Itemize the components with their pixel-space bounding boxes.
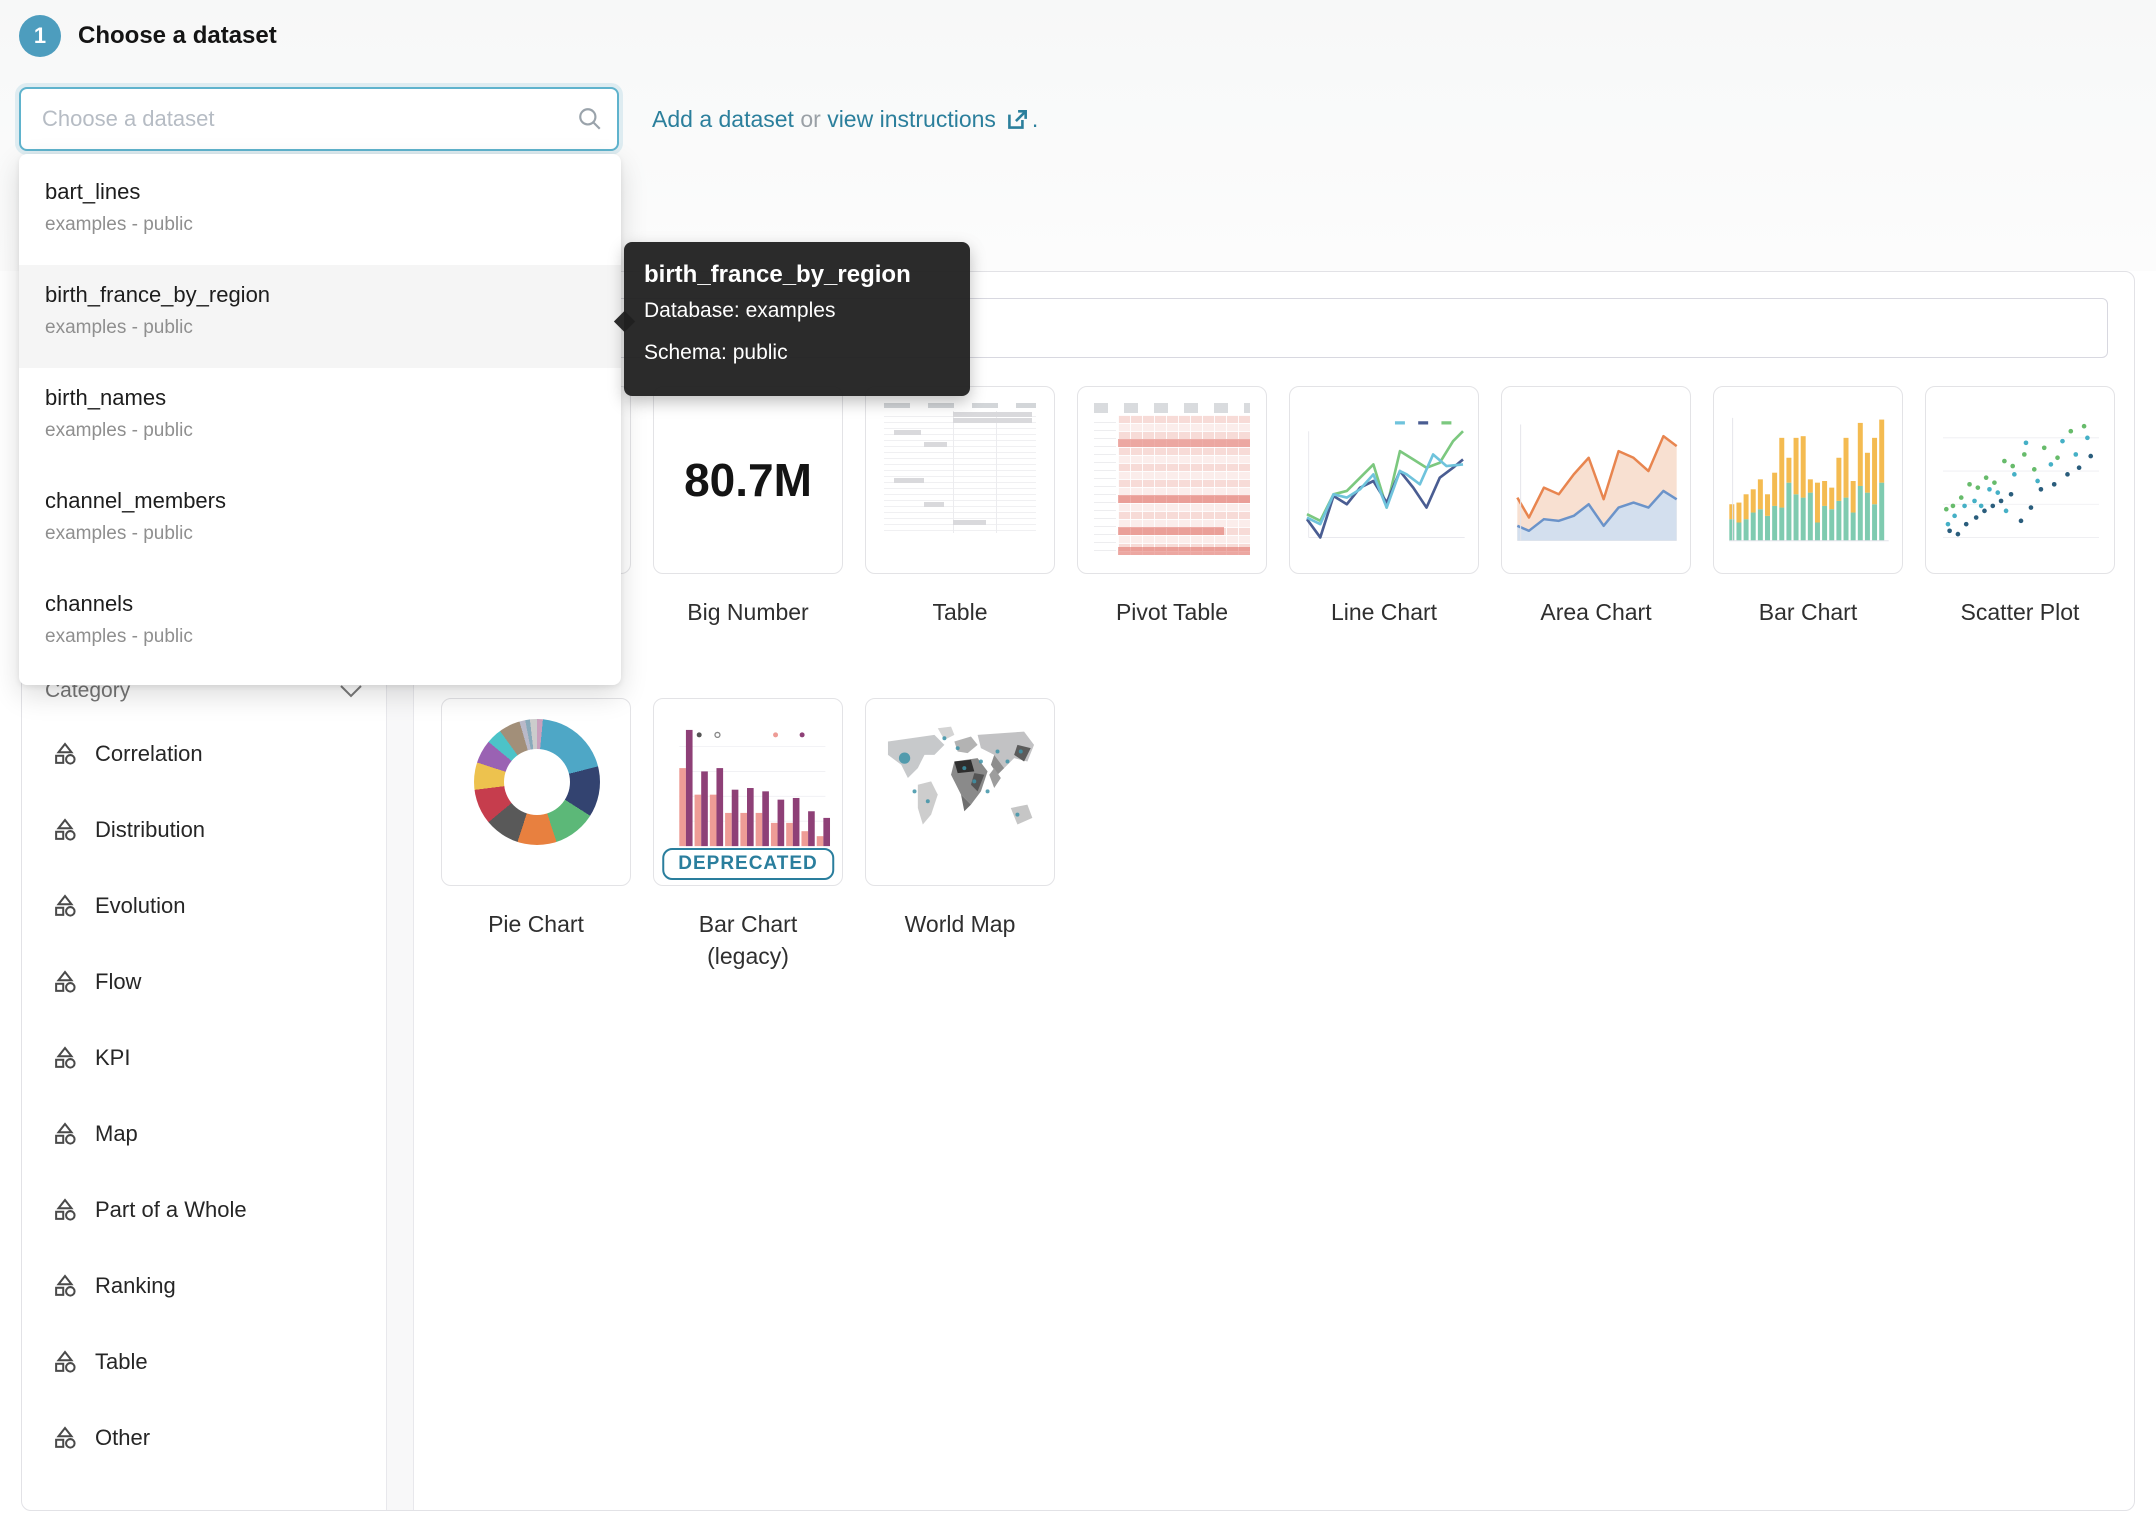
area-chart-thumbnail xyxy=(1501,386,1691,574)
dataset-schema: examples - public xyxy=(45,519,621,549)
chart-type-card-world-map[interactable]: World Map xyxy=(865,698,1055,940)
shapes-icon xyxy=(52,1045,78,1071)
view-instructions-link[interactable]: view instructions xyxy=(827,106,996,133)
sidebar-item-label: Other xyxy=(95,1425,150,1451)
dataset-tooltip: birth_france_by_region Database: example… xyxy=(624,242,970,396)
chart-type-card-big-number[interactable]: 80.7M Big Number xyxy=(653,386,843,628)
shapes-icon xyxy=(52,1425,78,1451)
sidebar-item-label: Map xyxy=(95,1121,138,1147)
big-number-thumbnail: 80.7M xyxy=(653,386,843,574)
dataset-select-input[interactable] xyxy=(19,87,619,151)
pie-donut-graphic xyxy=(474,719,600,845)
shapes-icon xyxy=(52,817,78,843)
tooltip-schema-line: Schema: public xyxy=(644,332,950,374)
bar-chart-thumbnail xyxy=(1713,386,1903,574)
sidebar-item-other[interactable]: Other xyxy=(45,1400,375,1476)
sidebar-item-label: Part of a Whole xyxy=(95,1197,247,1223)
sidebar-item-correlation[interactable]: Correlation xyxy=(45,716,375,792)
chart-type-label: Table xyxy=(865,596,1055,628)
pie-chart-thumbnail xyxy=(441,698,631,886)
sidebar-item-part-of-a-whole[interactable]: Part of a Whole xyxy=(45,1172,375,1248)
dataset-name: birth_france_by_region xyxy=(45,280,621,310)
chart-type-card-table[interactable]: Table xyxy=(865,386,1055,628)
chart-type-card-bar-chart[interactable]: Bar Chart xyxy=(1713,386,1903,628)
step-number-badge: 1 xyxy=(19,15,61,57)
or-text: or xyxy=(794,106,827,133)
sidebar-item-label: Table xyxy=(95,1349,148,1375)
shapes-icon xyxy=(52,1273,78,1299)
chart-type-label: Pivot Table xyxy=(1077,596,1267,628)
sidebar-item-label: Distribution xyxy=(95,817,205,843)
external-link-icon xyxy=(1004,53,1030,187)
tooltip-title: birth_france_by_region xyxy=(644,260,950,290)
sidebar-item-label: Correlation xyxy=(95,741,203,767)
sidebar-item-evolution[interactable]: Evolution xyxy=(45,868,375,944)
dataset-schema: examples - public xyxy=(45,622,621,652)
sidebar-item-ranking[interactable]: Ranking xyxy=(45,1248,375,1324)
scatter-plot-thumbnail xyxy=(1925,386,2115,574)
chart-type-label: Pie Chart xyxy=(441,908,631,940)
chart-type-label-line2: (legacy) xyxy=(653,940,843,972)
dataset-option-channels[interactable]: channels examples - public xyxy=(19,574,621,677)
chart-type-card-scatter-plot[interactable]: Scatter Plot xyxy=(1925,386,2115,628)
shapes-icon xyxy=(52,1197,78,1223)
dataset-name: birth_names xyxy=(45,383,621,413)
bar-chart-legacy-thumbnail: DEPRECATED xyxy=(653,698,843,886)
deprecated-badge: DEPRECATED xyxy=(662,848,834,880)
dataset-option-birth-names[interactable]: birth_names examples - public xyxy=(19,368,621,471)
shapes-icon xyxy=(52,893,78,919)
chart-type-label: Bar Chart xyxy=(1713,596,1903,628)
dataset-actions: Add a dataset or view instructions . xyxy=(652,87,1038,151)
chart-type-label: Line Chart xyxy=(1289,596,1479,628)
pivot-table-thumbnail xyxy=(1077,386,1267,574)
sidebar-item-map[interactable]: Map xyxy=(45,1096,375,1172)
world-map-thumbnail xyxy=(865,698,1055,886)
chart-type-label: World Map xyxy=(865,908,1055,940)
dataset-select[interactable] xyxy=(19,87,619,151)
chart-type-label: Big Number xyxy=(653,596,843,628)
search-icon xyxy=(577,106,603,132)
chart-type-label: Scatter Plot xyxy=(1925,596,2115,628)
dataset-option-bart-lines[interactable]: bart_lines examples - public xyxy=(19,162,621,265)
sidebar-item-distribution[interactable]: Distribution xyxy=(45,792,375,868)
chart-type-label: Area Chart xyxy=(1501,596,1691,628)
chart-type-card-line-chart[interactable]: Line Chart xyxy=(1289,386,1479,628)
add-dataset-link[interactable]: Add a dataset xyxy=(652,106,794,133)
dataset-name: channels xyxy=(45,589,621,619)
dataset-schema: examples - public xyxy=(45,416,621,446)
sidebar-item-kpi[interactable]: KPI xyxy=(45,1020,375,1096)
dataset-option-birth-france-by-region[interactable]: birth_france_by_region examples - public xyxy=(19,265,621,368)
sidebar-item-label: Ranking xyxy=(95,1273,176,1299)
table-thumbnail xyxy=(865,386,1055,574)
tooltip-database-line: Database: examples xyxy=(644,290,950,332)
shapes-icon xyxy=(52,741,78,767)
dataset-schema: examples - public xyxy=(45,313,621,343)
dataset-name: channel_members xyxy=(45,486,621,516)
page-title: Choose a dataset xyxy=(78,22,277,50)
chart-type-card-pivot-table[interactable]: Pivot Table xyxy=(1077,386,1267,628)
sidebar-item-flow[interactable]: Flow xyxy=(45,944,375,1020)
shapes-icon xyxy=(52,1121,78,1147)
chart-type-label: Bar Chart xyxy=(653,908,843,940)
dataset-schema: examples - public xyxy=(45,210,621,240)
dataset-option-channel-members[interactable]: channel_members examples - public xyxy=(19,471,621,574)
sidebar-item-label: Flow xyxy=(95,969,141,995)
sidebar-item-table[interactable]: Table xyxy=(45,1324,375,1400)
line-chart-thumbnail xyxy=(1289,386,1479,574)
dataset-dropdown: bart_lines examples - public birth_franc… xyxy=(19,154,621,685)
chart-type-card-bar-chart-legacy[interactable]: DEPRECATED Bar Chart (legacy) xyxy=(653,698,843,972)
sidebar-item-label: Evolution xyxy=(95,893,186,919)
dataset-name: bart_lines xyxy=(45,177,621,207)
shapes-icon xyxy=(52,969,78,995)
big-number-value: 80.7M xyxy=(654,387,842,573)
chart-type-card-area-chart[interactable]: Area Chart xyxy=(1501,386,1691,628)
shapes-icon xyxy=(52,1349,78,1375)
chart-type-card-pie-chart[interactable]: Pie Chart xyxy=(441,698,631,940)
sidebar-item-label: KPI xyxy=(95,1045,130,1071)
period-text: . xyxy=(1032,106,1038,133)
